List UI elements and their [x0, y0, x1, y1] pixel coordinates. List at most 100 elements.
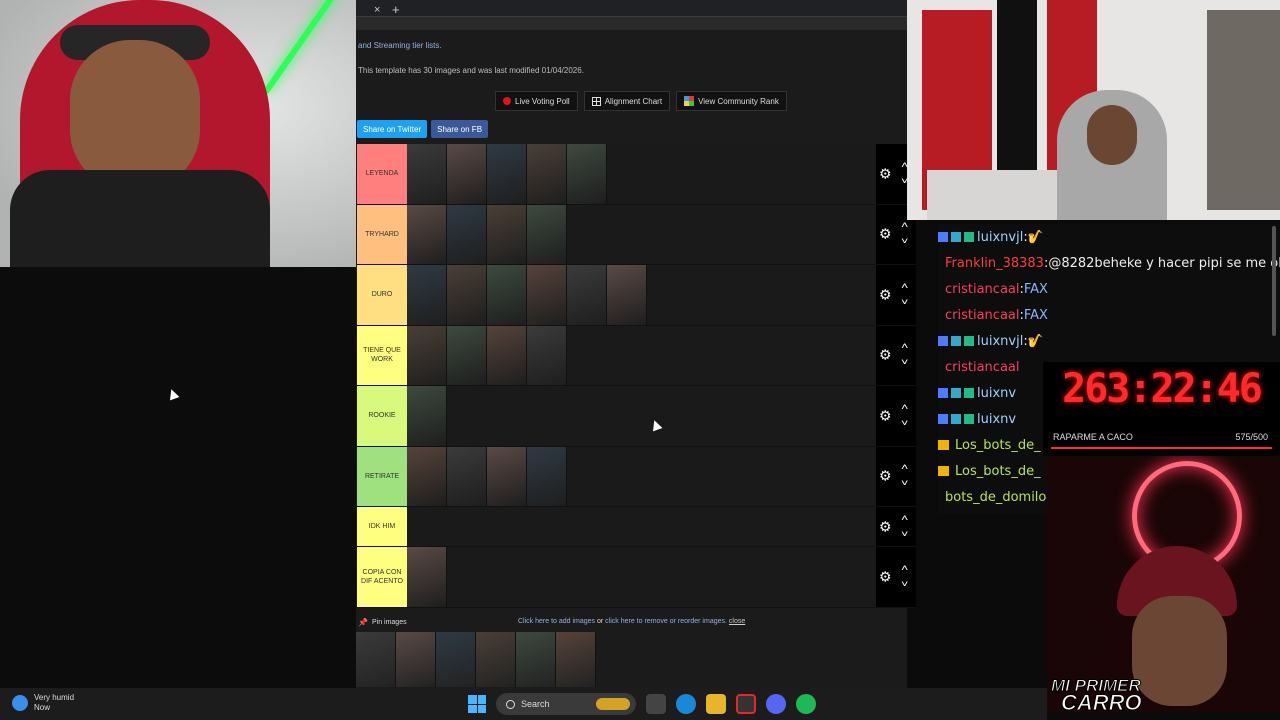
chat-username[interactable]: cristiancaal [945, 308, 1019, 323]
tier-image[interactable] [527, 144, 567, 204]
tier-image[interactable] [447, 144, 487, 204]
tier-image[interactable] [567, 144, 607, 204]
tier-image[interactable] [527, 446, 567, 506]
pinned-image[interactable] [396, 632, 436, 687]
spotify-icon[interactable] [796, 694, 816, 714]
pinned-image[interactable] [436, 632, 476, 687]
chevron-up-icon[interactable]: ˄ [901, 220, 908, 230]
tier-label[interactable]: DURO [357, 265, 407, 325]
share-facebook-button[interactable]: Share on FB [431, 120, 489, 138]
chevron-up-icon[interactable]: ˄ [901, 402, 908, 412]
tier-label[interactable]: ROOKIE [357, 386, 407, 446]
live-voting-poll-button[interactable]: Live Voting Poll [495, 91, 578, 111]
pinned-image[interactable] [476, 632, 516, 687]
chevron-down-icon[interactable]: ˅ [901, 357, 908, 367]
pinned-image[interactable] [516, 632, 556, 687]
chevron-down-icon[interactable]: ˅ [901, 579, 908, 589]
chevron-down-icon[interactable]: ˅ [901, 529, 908, 539]
discord-icon[interactable] [766, 694, 786, 714]
tier-image[interactable] [407, 144, 447, 204]
tier-image[interactable] [407, 265, 447, 325]
tier-image[interactable] [567, 265, 607, 325]
chevron-up-icon[interactable]: ˄ [901, 281, 908, 291]
edge-icon[interactable] [676, 694, 696, 714]
chevron-down-icon[interactable]: ˅ [901, 478, 908, 488]
chat-username[interactable]: Los_bots_de_ [955, 464, 1041, 479]
chevron-up-icon[interactable]: ˄ [901, 563, 908, 573]
tier-image[interactable] [487, 204, 527, 264]
tier-dropzone[interactable] [407, 446, 915, 506]
gear-icon[interactable]: ⚙ [879, 468, 892, 485]
chevron-down-icon[interactable]: ˅ [901, 236, 908, 246]
tier-image[interactable] [447, 446, 487, 506]
file-explorer-icon[interactable] [706, 694, 726, 714]
start-icon[interactable] [468, 695, 486, 713]
page-subtitle[interactable]: and Streaming tier lists. [358, 41, 442, 50]
tier-image[interactable] [407, 446, 447, 506]
tier-image[interactable] [447, 265, 487, 325]
tier-image[interactable] [407, 547, 447, 607]
chat-username[interactable]: luixnv [977, 412, 1016, 427]
share-twitter-button[interactable]: Share on Twitter [357, 120, 428, 138]
alignment-chart-button[interactable]: Alignment Chart [583, 91, 671, 111]
new-tab-button[interactable]: + [392, 2, 400, 17]
tier-image[interactable] [407, 204, 447, 264]
tier-label[interactable]: RETIRATE [357, 446, 407, 506]
tier-image[interactable] [527, 325, 567, 385]
tier-dropzone[interactable] [407, 386, 915, 446]
tab-close-button[interactable]: × [374, 4, 380, 16]
remove-images-link[interactable]: click here to remove or reorder images. [605, 618, 727, 625]
chevron-up-icon[interactable]: ˄ [901, 462, 908, 472]
tier-dropzone[interactable] [407, 204, 915, 264]
tier-dropzone[interactable] [407, 144, 915, 204]
tier-image[interactable] [487, 265, 527, 325]
tier-label[interactable]: COPIA CON DIF ACENTO [357, 547, 407, 607]
gear-icon[interactable]: ⚙ [879, 286, 892, 303]
tier-label[interactable]: IDK HIM [357, 507, 407, 546]
tier-dropzone[interactable] [407, 325, 915, 385]
tier-image[interactable] [407, 325, 447, 385]
chevron-up-icon[interactable]: ˄ [901, 341, 908, 351]
tier-image[interactable] [407, 386, 447, 446]
chat-username[interactable]: Los_bots_de_ [955, 438, 1041, 453]
chat-username[interactable]: cristiancaal [945, 282, 1019, 297]
pin-images-toggle[interactable]: 📌 Pin images [358, 618, 407, 627]
community-rank-button[interactable]: View Community Rank [676, 91, 787, 111]
tier-image[interactable] [527, 204, 567, 264]
tier-image[interactable] [607, 265, 647, 325]
tier-dropzone[interactable] [407, 507, 915, 546]
gear-icon[interactable]: ⚙ [879, 226, 892, 243]
chevron-down-icon[interactable]: ˅ [901, 418, 908, 428]
tier-label[interactable]: TRYHARD [357, 204, 407, 264]
chat-username[interactable]: luixnvjl [977, 334, 1023, 349]
task-view-icon[interactable] [646, 694, 666, 714]
tier-image[interactable] [487, 325, 527, 385]
tier-dropzone[interactable] [407, 547, 915, 607]
gear-icon[interactable]: ⚙ [879, 347, 892, 364]
taskbar-search[interactable]: Search [496, 693, 636, 715]
chat-username[interactable]: luixnvjl [977, 230, 1023, 245]
tier-image[interactable] [487, 144, 527, 204]
tier-image[interactable] [487, 446, 527, 506]
tier-dropzone[interactable] [407, 265, 915, 325]
tier-label[interactable]: LEYENDA [357, 144, 407, 204]
chat-username[interactable]: bots_de_domilo [945, 490, 1046, 505]
pinned-image[interactable] [556, 632, 596, 687]
weather-widget[interactable]: Very humid Now [12, 693, 74, 713]
chevron-up-icon[interactable]: ˄ [901, 513, 908, 523]
gear-icon[interactable]: ⚙ [879, 407, 892, 424]
chat-scrollbar[interactable] [1272, 226, 1276, 336]
close-link[interactable]: close [729, 618, 745, 625]
gear-icon[interactable]: ⚙ [879, 568, 892, 585]
chevron-down-icon[interactable]: ˅ [901, 297, 908, 307]
chat-username[interactable]: Franklin_38383 [945, 256, 1044, 271]
tier-label[interactable]: TIENE QUE WORK [357, 325, 407, 385]
chat-username[interactable]: luixnv [977, 386, 1016, 401]
pinned-image[interactable] [356, 632, 396, 687]
tier-image[interactable] [527, 265, 567, 325]
tier-image[interactable] [447, 204, 487, 264]
add-images-link[interactable]: Click here to add images [518, 618, 595, 625]
gear-icon[interactable]: ⚙ [879, 518, 892, 535]
gear-icon[interactable]: ⚙ [879, 165, 892, 182]
chat-username[interactable]: cristiancaal [945, 360, 1019, 375]
